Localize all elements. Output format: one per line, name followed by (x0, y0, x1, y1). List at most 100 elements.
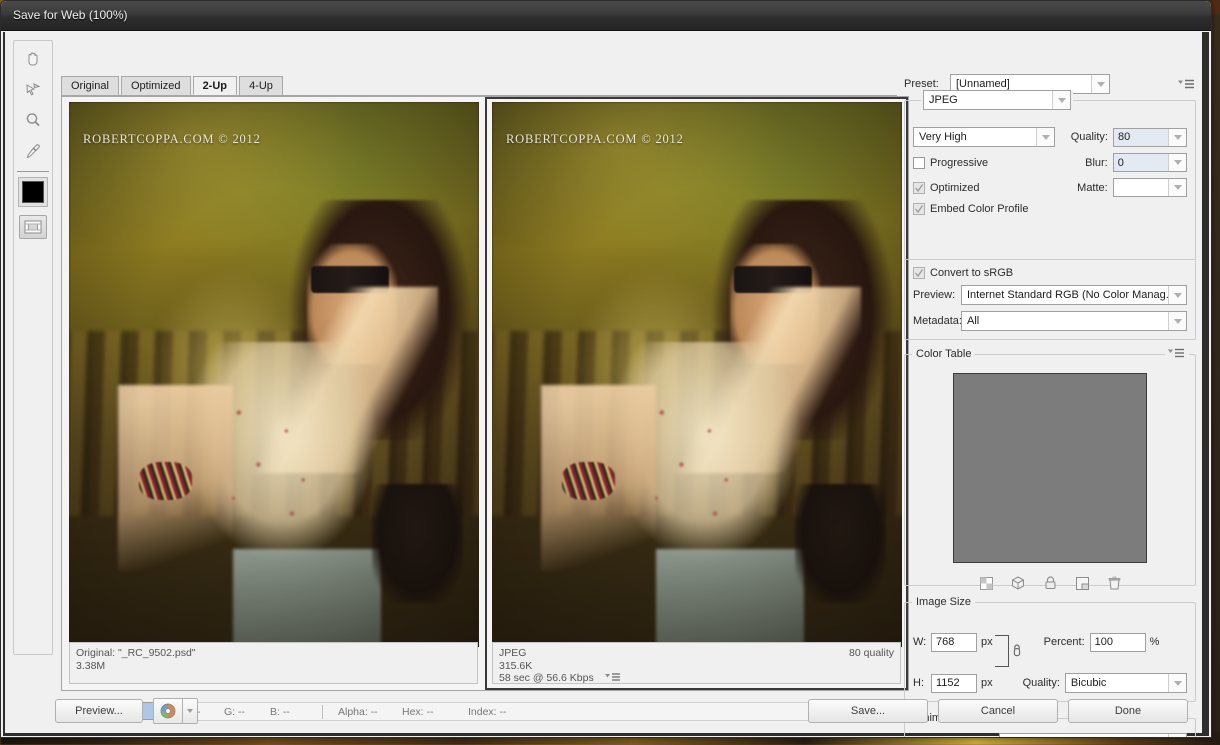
metadata-value: All (967, 315, 979, 327)
quality-value: 80 (1118, 131, 1130, 143)
download-speed-flyout-icon[interactable] (605, 673, 621, 686)
web-shift-icon[interactable] (1010, 575, 1026, 591)
convert-to-srgb-checkbox[interactable] (913, 267, 925, 279)
view-mode-tabs: Original Optimized 2-Up 4-Up (61, 76, 897, 96)
width-unit: px (981, 636, 993, 648)
delete-color-icon[interactable] (1106, 575, 1122, 591)
tools-palette (13, 40, 53, 655)
eyedropper-tool[interactable] (17, 137, 49, 165)
lock-color-icon[interactable] (1042, 575, 1058, 591)
preview-select[interactable]: Internet Standard RGB (No Color Manag... (961, 285, 1187, 305)
file-format-value: JPEG (929, 94, 958, 106)
toggle-slices-visibility-button[interactable] (19, 215, 47, 239)
settings-panel-menu-icon[interactable] (1178, 79, 1196, 89)
chain-link-icon[interactable] (1011, 642, 1023, 661)
metadata-select[interactable]: All (961, 311, 1187, 331)
chevron-down-icon[interactable] (1168, 179, 1186, 196)
blur-label: Blur: (1061, 157, 1108, 169)
chevron-down-icon[interactable] (1168, 129, 1186, 146)
optimized-filesize: 315.6K (499, 660, 894, 673)
zoom-tool[interactable] (17, 106, 49, 134)
height-input[interactable]: 1152 (931, 674, 977, 693)
tab-optimized[interactable]: Optimized (121, 76, 191, 95)
color-table-title: Color Table (912, 348, 975, 360)
tab-original[interactable]: Original (61, 76, 119, 95)
original-image[interactable]: ROBERTCOPPA.COM © 2012 (69, 102, 479, 647)
progressive-checkbox[interactable] (913, 157, 925, 169)
optimized-checkbox[interactable] (913, 182, 925, 194)
quality-label: Quality: (1061, 131, 1108, 143)
chevron-down-icon (1168, 674, 1186, 692)
hand-tool[interactable] (17, 44, 49, 72)
optimized-preview-pane[interactable]: ROBERTCOPPA.COM © 2012 80 quality JPEG 3… (485, 97, 908, 690)
color-table-swatches[interactable] (953, 373, 1147, 563)
constrain-proportions-bracket (995, 635, 1009, 667)
percent-label: Percent: (1031, 636, 1085, 648)
quality-value-field[interactable]: 80 (1113, 128, 1187, 147)
preset-value: [Unnamed] (956, 78, 1010, 90)
dialog-inner: Original Optimized 2-Up 4-Up (5, 32, 1202, 733)
quality-preset-row: Very High Quality: 80 (913, 127, 1187, 147)
height-unit: px (981, 677, 993, 689)
embed-color-profile-checkbox[interactable] (913, 203, 925, 215)
chevron-down-icon (1168, 286, 1186, 304)
preview-row: Preview: Internet Standard RGB (No Color… (913, 285, 1187, 305)
metadata-label: Metadata: (913, 315, 961, 327)
optimized-image[interactable]: ROBERTCOPPA.COM © 2012 (492, 102, 902, 647)
image-height-row: H: 1152 px Quality: Bicubic (913, 673, 1187, 693)
format-select-wrap: JPEG (921, 90, 1073, 110)
resample-quality-value: Bicubic (1071, 677, 1106, 689)
height-value: 1152 (936, 677, 960, 689)
cancel-button[interactable]: Cancel (938, 699, 1058, 723)
preview-in-browser-button[interactable] (153, 698, 183, 724)
save-button[interactable]: Save... (808, 699, 928, 723)
width-input[interactable]: 768 (931, 633, 977, 652)
preview-value: Internet Standard RGB (No Color Manag... (967, 289, 1175, 301)
convert-srgb-row: Convert to sRGB (913, 267, 1187, 279)
metadata-row: Metadata: All (913, 311, 1187, 331)
file-format-select[interactable]: JPEG (923, 90, 1071, 110)
preview-button[interactable]: Preview... (55, 699, 143, 723)
optimized-format: JPEG (499, 647, 894, 660)
settings-panel: Preset: [Unnamed] (904, 74, 1196, 685)
color-table-menu-icon[interactable] (1165, 348, 1189, 361)
color-table-toolbar (913, 571, 1187, 591)
done-button[interactable]: Done (1068, 699, 1188, 723)
transparency-icon[interactable] (978, 575, 994, 591)
percent-value: 100 (1095, 636, 1113, 648)
chevron-down-icon (1091, 75, 1109, 93)
new-color-icon[interactable] (1074, 575, 1090, 591)
progressive-label: Progressive (930, 157, 988, 169)
width-label: W: (913, 636, 931, 648)
image-size-group: Image Size W: 768 px Percent: (904, 602, 1196, 702)
tab-4-up[interactable]: 4-Up (239, 76, 283, 95)
slice-select-tool[interactable] (17, 75, 49, 103)
dialog-client-area: Original Optimized 2-Up 4-Up (3, 32, 1209, 736)
optimized-quality-note: 80 quality (849, 647, 894, 660)
tab-2-up[interactable]: 2-Up (193, 76, 237, 95)
window-title: Save for Web (100%) (13, 8, 128, 22)
window-titlebar[interactable]: Save for Web (100%) (1, 1, 1211, 31)
chevron-down-icon (187, 709, 193, 713)
browser-list-dropdown[interactable] (183, 698, 198, 724)
matte-label: Matte: (1061, 182, 1108, 194)
quality-preset-select[interactable]: Very High (913, 127, 1055, 147)
convert-to-srgb-label: Convert to sRGB (930, 267, 1013, 279)
percent-input[interactable]: 100 (1090, 633, 1146, 652)
looping-options-select[interactable]: Once (999, 733, 1187, 738)
preview-area: ROBERTCOPPA.COM © 2012 Original: "_RC_95… (61, 96, 909, 691)
color-table-group: Color Table (904, 354, 1196, 586)
chevron-down-icon[interactable] (1168, 154, 1186, 171)
chevron-down-icon (1168, 734, 1186, 738)
chevron-down-icon (1168, 312, 1186, 330)
matte-color-field[interactable] (1113, 178, 1187, 197)
foreground-color-swatch[interactable] (18, 177, 48, 207)
resample-quality-select[interactable]: Bicubic (1065, 673, 1187, 693)
preview-label: Preview: (913, 289, 961, 301)
file-format-group: JPEG Very High Quality: 80 (904, 100, 1196, 260)
dialog-footer: Preview... Save... Can (5, 697, 1202, 727)
blur-value-field[interactable]: 0 (1113, 153, 1187, 172)
photo-vignette (69, 102, 479, 647)
original-preview-pane[interactable]: ROBERTCOPPA.COM © 2012 Original: "_RC_95… (62, 97, 485, 690)
optimized-row: Optimized Matte: (913, 178, 1187, 197)
